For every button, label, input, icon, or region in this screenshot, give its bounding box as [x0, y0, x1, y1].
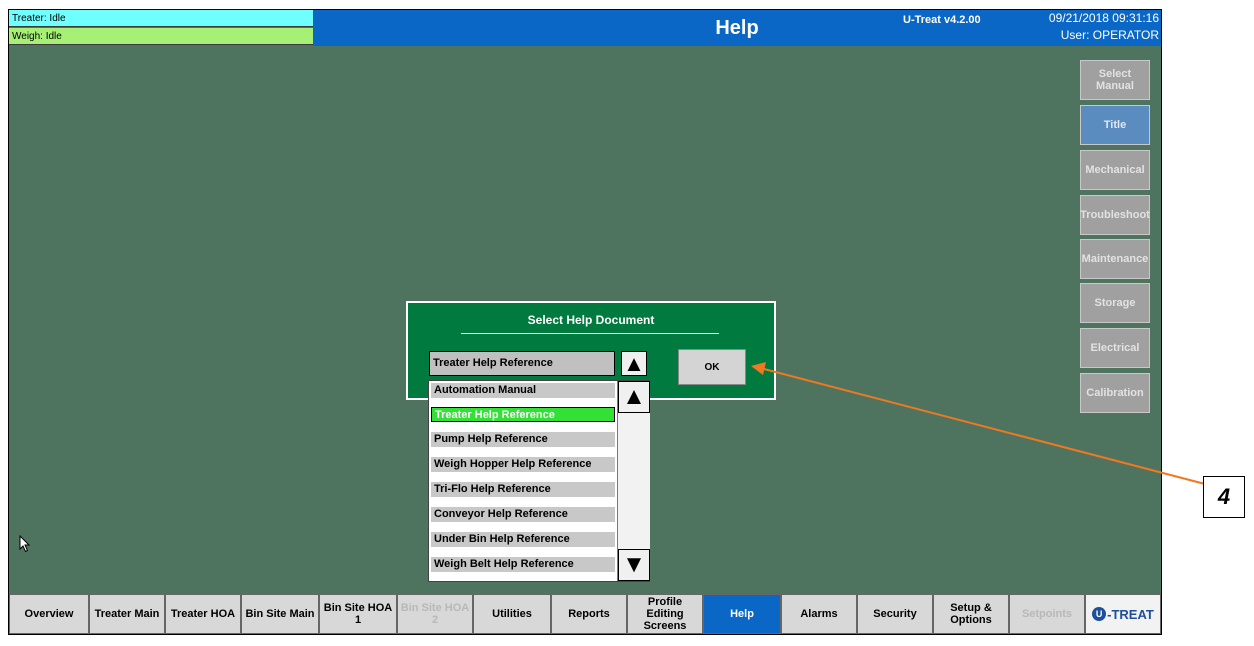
nav-security[interactable]: Security [857, 594, 933, 634]
list-item[interactable]: Pump Help Reference [431, 432, 615, 447]
mouse-cursor-icon [19, 535, 31, 553]
dialog-title: Select Help Document [527, 313, 655, 327]
electrical-button[interactable]: Electrical [1080, 328, 1150, 368]
nav-utilities[interactable]: Utilities [473, 594, 551, 634]
title-divider [461, 333, 719, 334]
maintenance-button[interactable]: Maintenance [1080, 239, 1150, 279]
nav-reports[interactable]: Reports [551, 594, 627, 634]
title-bar: Help U-Treat v4.2.00 09/21/2018 09:31:16… [313, 10, 1161, 46]
list-item[interactable]: Treater Help Reference [431, 407, 615, 422]
dropdown-up-arrow-icon[interactable]: ▲ [621, 351, 647, 376]
list-item[interactable]: Tri-Flo Help Reference [431, 482, 615, 497]
treater-status: Treater: Idle [9, 10, 313, 27]
scroll-down-arrow-icon[interactable]: ▼ [618, 549, 650, 581]
u-logo-icon: U [1092, 607, 1107, 621]
callout-label: 4 [1203, 476, 1245, 518]
nav-setup-options[interactable]: Setup & Options [933, 594, 1009, 634]
logo-text: -TREAT [1107, 606, 1154, 622]
list-item[interactable]: Automation Manual [431, 383, 615, 398]
nav-setpoints: Setpoints [1009, 594, 1085, 634]
troubleshoot-button[interactable]: Troubleshoot [1080, 195, 1150, 235]
help-document-list: Automation Manual Treater Help Reference… [428, 380, 650, 582]
ok-button[interactable]: OK [678, 349, 746, 385]
nav-bin-site-hoa-1[interactable]: Bin Site HOA 1 [319, 594, 397, 634]
list-item[interactable]: Under Bin Help Reference [431, 532, 615, 547]
nav-overview[interactable]: Overview [9, 594, 89, 634]
u-treat-logo: U -TREAT [1085, 594, 1161, 634]
page-title: Help [715, 17, 759, 39]
nav-profile-editing-screens[interactable]: Profile Editing Screens [627, 594, 703, 634]
nav-treater-main[interactable]: Treater Main [89, 594, 165, 634]
version-label: U-Treat v4.2.00 [903, 14, 981, 26]
list-scrollbar[interactable]: ▲ ▼ [617, 381, 650, 581]
scroll-up-arrow-icon[interactable]: ▲ [618, 381, 650, 413]
calibration-button[interactable]: Calibration [1080, 373, 1150, 413]
select-manual-button[interactable]: Select Manual [1080, 60, 1150, 100]
nav-help[interactable]: Help [703, 594, 781, 634]
list-item[interactable]: Weigh Belt Help Reference [431, 557, 615, 572]
user-label: User: OPERATOR [1060, 28, 1159, 42]
list-item[interactable]: Conveyor Help Reference [431, 507, 615, 522]
title-button[interactable]: Title [1080, 105, 1150, 145]
nav-treater-hoa[interactable]: Treater HOA [165, 594, 241, 634]
bottom-navigation: Overview Treater Main Treater HOA Bin Si… [9, 594, 1161, 634]
nav-bin-site-hoa-2: Bin Site HOA 2 [397, 594, 473, 634]
nav-alarms[interactable]: Alarms [781, 594, 857, 634]
nav-bin-site-main[interactable]: Bin Site Main [241, 594, 319, 634]
hmi-screen: Treater: Idle Weigh: Idle Help U-Treat v… [8, 9, 1162, 635]
datetime-label: 09/21/2018 09:31:16 [1048, 11, 1159, 25]
storage-button[interactable]: Storage [1080, 283, 1150, 323]
weigh-status: Weigh: Idle [9, 28, 313, 45]
help-document-select[interactable]: Treater Help Reference [429, 351, 615, 376]
mechanical-button[interactable]: Mechanical [1080, 150, 1150, 190]
list-item[interactable]: Weigh Hopper Help Reference [431, 457, 615, 472]
